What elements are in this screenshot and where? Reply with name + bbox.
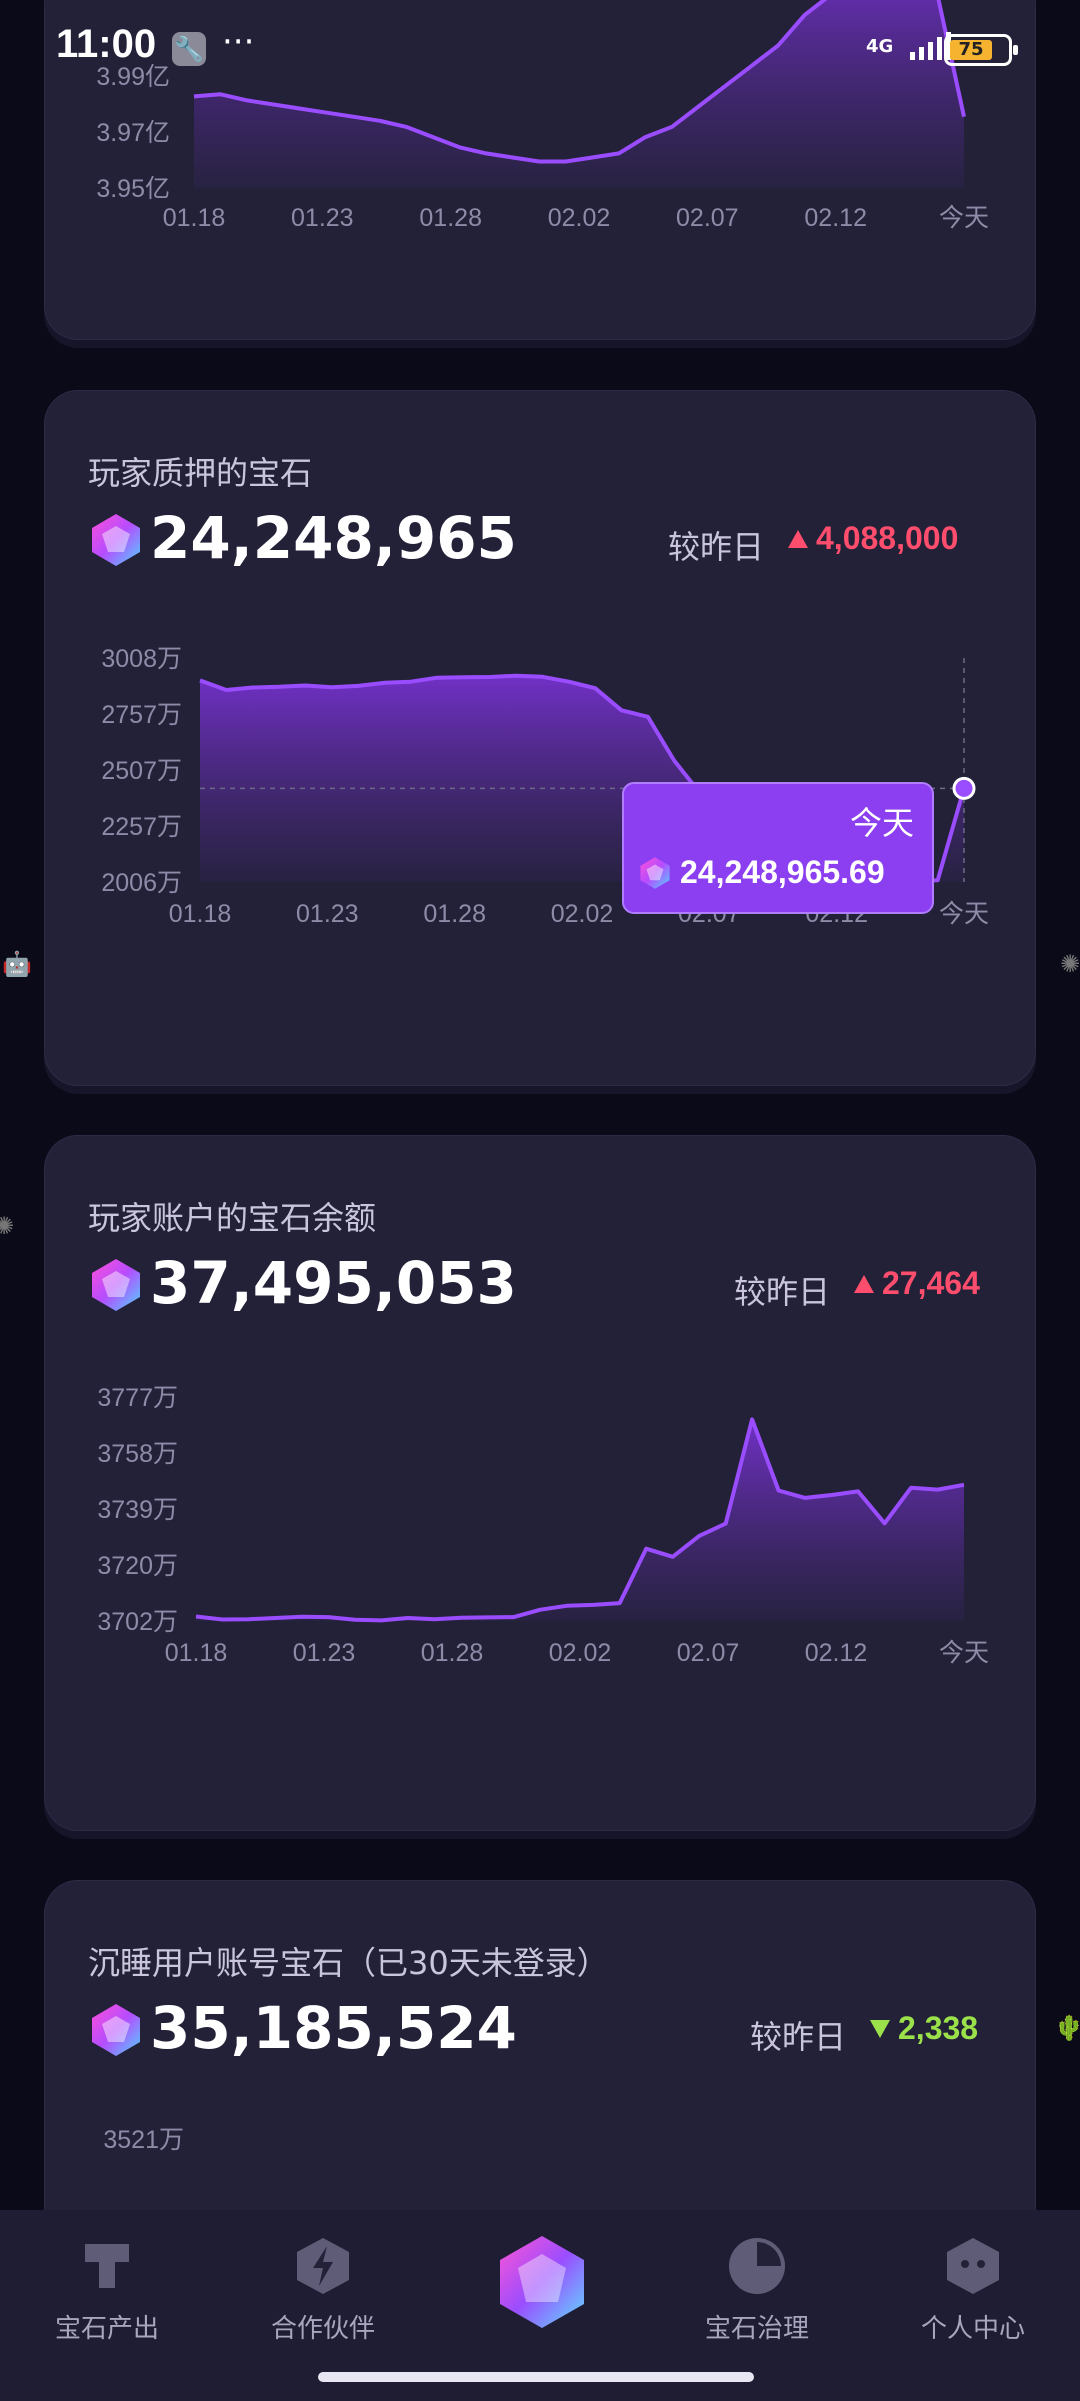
tooltip-value: 24,248,965.69 bbox=[680, 854, 885, 890]
x-tick-label: 02.12 bbox=[805, 1639, 868, 1667]
battery-icon: 75 bbox=[944, 34, 1018, 66]
status-time: 11:00 bbox=[56, 22, 157, 66]
card-title: 玩家质押的宝石 bbox=[88, 454, 313, 492]
balance-area-chart[interactable]: 3777万 3758万 3739万 3720万 3702万 01.18 01.23 01.28… bbox=[44, 1365, 1036, 1825]
y-tick-label: 2006万 bbox=[101, 869, 182, 897]
y-tick-label: 3720万 bbox=[97, 1552, 178, 1580]
face-icon bbox=[943, 2236, 1003, 2296]
nav-partners[interactable]: 合作伙伴 bbox=[238, 2236, 408, 2345]
balance-gems-card: 玩家账户的宝石余额 37,495,053 较昨日 27,464 3777万 375… bbox=[44, 1135, 1036, 1831]
tooltip-label: 今天 bbox=[849, 804, 914, 842]
x-tick-label: 02.02 bbox=[548, 204, 611, 232]
lightning-icon bbox=[293, 2236, 353, 2296]
up-triangle-icon bbox=[788, 530, 808, 548]
delta-label: 较昨日 bbox=[750, 2018, 847, 2056]
selected-point-marker bbox=[952, 776, 976, 800]
y-tick-label: 3.95亿 bbox=[96, 175, 170, 203]
x-tick-label: 01.28 bbox=[419, 204, 482, 232]
nav-label: 个人中心 bbox=[920, 2314, 1025, 2344]
x-tick-label: 01.23 bbox=[296, 900, 359, 928]
x-tick-label: 02.02 bbox=[549, 1639, 612, 1667]
delta-label: 较昨日 bbox=[734, 1273, 831, 1311]
nav-gem-governance[interactable]: 宝石治理 bbox=[672, 2236, 842, 2345]
y-tick-label: 3008万 bbox=[101, 645, 182, 673]
x-tick-label: 今天 bbox=[939, 900, 989, 928]
balance-total-value: 37,495,053 bbox=[150, 1249, 517, 1317]
balance-delta-value: 27,464 bbox=[882, 1265, 980, 1301]
side-widget-icon: ✺ bbox=[0, 1212, 15, 1240]
x-tick-label: 01.18 bbox=[165, 1639, 228, 1667]
card-title: 沉睡用户账号宝石（已30天未登录） bbox=[88, 1944, 609, 1982]
battery-level: 75 bbox=[950, 40, 992, 60]
more-dots-icon: ··· bbox=[222, 22, 255, 62]
gem-icon[interactable] bbox=[496, 2232, 588, 2332]
status-bar: 11:00 🔧 ··· 4G 75 bbox=[0, 0, 1080, 100]
delta-label: 较昨日 bbox=[668, 528, 765, 566]
x-tick-label: 01.28 bbox=[423, 900, 486, 928]
staked-delta-value: 4,088,000 bbox=[816, 520, 959, 556]
y-tick-label: 3702万 bbox=[97, 1608, 178, 1636]
wrench-icon: 🔧 bbox=[172, 32, 206, 66]
x-tick-label: 01.18 bbox=[163, 204, 226, 232]
gem-icon bbox=[92, 1259, 140, 1311]
pie-chart-icon bbox=[727, 2236, 787, 2296]
dormant-delta-value: 2,338 bbox=[898, 2010, 979, 2046]
x-tick-label: 今天 bbox=[939, 204, 989, 232]
y-tick-label: 3521万 bbox=[103, 2126, 184, 2154]
y-tick-label: 2257万 bbox=[101, 813, 182, 841]
x-tick-label: 02.07 bbox=[676, 204, 739, 232]
area-fill bbox=[196, 1419, 964, 1621]
y-tick-label: 3777万 bbox=[97, 1384, 178, 1412]
x-tick-label: 01.28 bbox=[421, 1639, 484, 1667]
y-tick-label: 2757万 bbox=[101, 701, 182, 729]
x-tick-label: 01.23 bbox=[291, 204, 354, 232]
staked-total-value: 24,248,965 bbox=[150, 504, 517, 572]
y-tick-label: 3758万 bbox=[97, 1440, 178, 1468]
home-indicator[interactable] bbox=[318, 2372, 754, 2382]
dormant-total-value: 35,185,524 bbox=[150, 1994, 517, 2062]
bottom-nav: 宝石产出 合作伙伴 宝石治理 个人中心 bbox=[0, 2210, 1080, 2401]
side-widget-icon: 🤖 bbox=[2, 950, 32, 978]
nav-label: 宝石治理 bbox=[704, 2314, 809, 2344]
signal-icon: 4G bbox=[866, 32, 956, 62]
x-tick-label: 01.18 bbox=[169, 900, 232, 928]
gem-icon bbox=[92, 2004, 140, 2056]
up-triangle-icon bbox=[854, 1275, 874, 1293]
network-type: 4G bbox=[866, 36, 894, 57]
nav-gem-output[interactable]: 宝石产出 bbox=[22, 2236, 192, 2345]
down-triangle-icon bbox=[870, 2020, 890, 2038]
x-tick-label: 02.07 bbox=[677, 1639, 740, 1667]
x-tick-label: 02.02 bbox=[551, 900, 614, 928]
y-tick-label: 3.97亿 bbox=[96, 119, 170, 147]
y-tick-label: 3739万 bbox=[97, 1496, 178, 1524]
gem-icon bbox=[92, 514, 140, 566]
t-shape-icon bbox=[77, 2236, 137, 2296]
card-title: 玩家账户的宝石余额 bbox=[88, 1199, 377, 1237]
y-tick-label: 2507万 bbox=[101, 757, 182, 785]
x-tick-label: 今天 bbox=[939, 1639, 989, 1667]
nav-label: 宝石产出 bbox=[54, 2314, 159, 2344]
nav-label: 合作伙伴 bbox=[270, 2314, 375, 2344]
side-widget-icon: ✺ bbox=[1060, 950, 1080, 978]
nav-profile[interactable]: 个人中心 bbox=[888, 2236, 1058, 2345]
x-tick-label: 01.23 bbox=[293, 1639, 356, 1667]
x-tick-label: 02.12 bbox=[804, 204, 867, 232]
side-widget-icon: 🌵 bbox=[1054, 2014, 1080, 2042]
gem-icon bbox=[640, 857, 670, 889]
chart-tooltip: 今天 24,248,965.69 bbox=[622, 782, 934, 914]
staked-gems-card: 玩家质押的宝石 24,248,965 较昨日 4,088,000 3008万 27… bbox=[44, 390, 1036, 1086]
